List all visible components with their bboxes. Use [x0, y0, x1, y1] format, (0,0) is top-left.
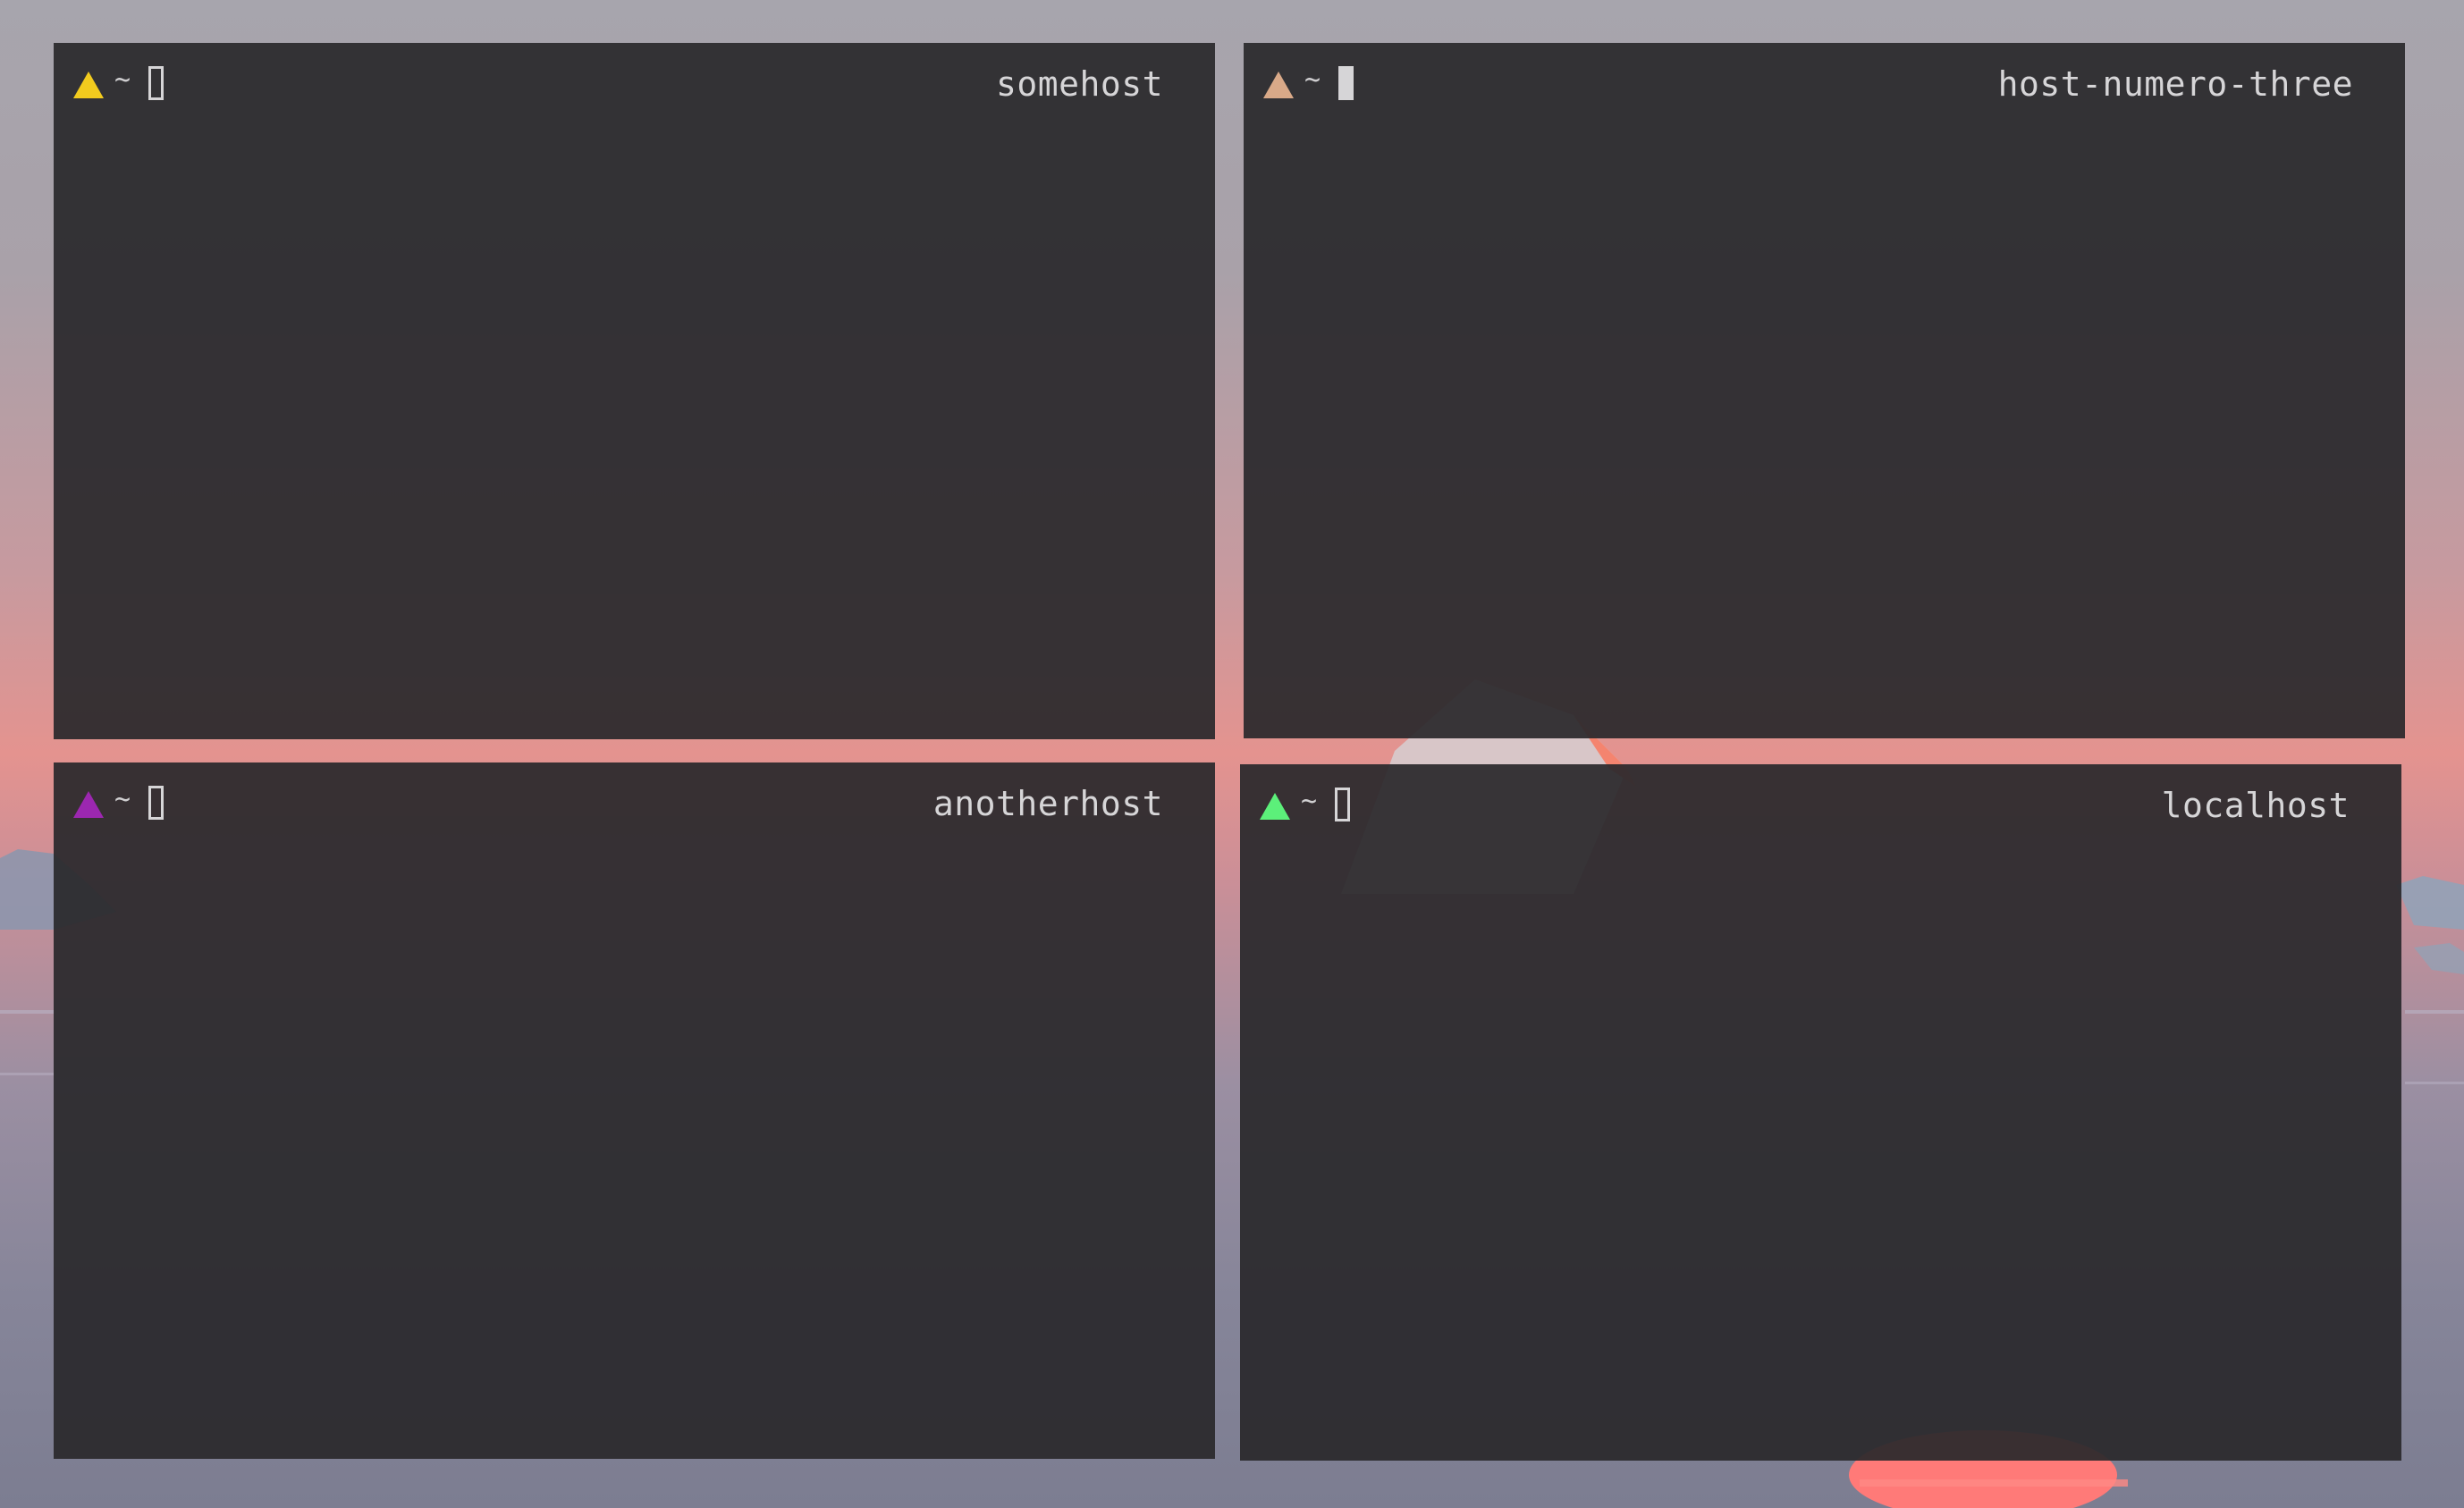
terminal-pane-somehost[interactable]: ~ somehost — [54, 43, 1215, 739]
shell-prompt: ~ — [73, 63, 165, 103]
prompt-directory: ~ — [114, 784, 131, 815]
triangle-icon — [1260, 793, 1290, 820]
shell-prompt: ~ — [1263, 63, 1354, 103]
text-cursor — [1335, 788, 1351, 821]
hostname-label: localhost — [2161, 786, 2350, 825]
text-cursor — [1338, 66, 1354, 100]
terminal-pane-localhost[interactable]: ~ localhost — [1240, 764, 2401, 1461]
hostname-label: somehost — [995, 64, 1163, 104]
prompt-directory: ~ — [1301, 786, 1318, 817]
text-cursor — [148, 66, 165, 100]
terminal-pane-host-numero-three[interactable]: ~ host-numero-three — [1244, 43, 2405, 738]
shell-prompt: ~ — [1260, 785, 1351, 824]
hostname-label: anotherhost — [932, 784, 1163, 823]
triangle-icon — [73, 72, 104, 98]
shell-prompt: ~ — [73, 783, 165, 822]
prompt-directory: ~ — [1304, 64, 1321, 96]
prompt-directory: ~ — [114, 64, 131, 96]
triangle-icon — [73, 791, 104, 818]
triangle-icon — [1263, 72, 1294, 98]
text-cursor — [148, 786, 165, 820]
hostname-label: host-numero-three — [1997, 64, 2353, 104]
terminal-pane-anotherhost[interactable]: ~ anotherhost — [54, 762, 1215, 1459]
